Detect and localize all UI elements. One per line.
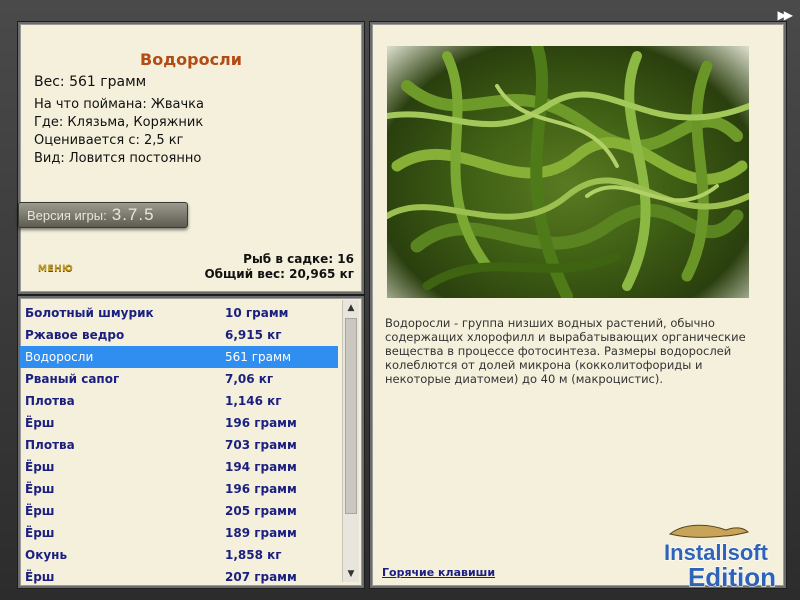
catch-item-weight: 189 грамм xyxy=(225,526,297,540)
catch-item-weight: 703 грамм xyxy=(225,438,297,452)
catch-item-name: Болотный шмурик xyxy=(25,306,154,320)
catch-list-item[interactable]: Ёрш 196 грамм xyxy=(20,412,338,434)
fact-location: Где: Клязьма, Коряжник xyxy=(34,115,204,130)
catch-item-name: Ёрш xyxy=(25,526,55,540)
fish-detail-panel: Водоросли - группа низших водных растени… xyxy=(370,22,786,588)
catch-item-name: Плотва xyxy=(25,438,75,452)
catch-list-item[interactable]: Ёрш 194 грамм xyxy=(20,456,338,478)
catch-item-name: Окунь xyxy=(25,548,68,562)
catch-item-weight: 205 грамм xyxy=(225,504,297,518)
fish-weight: Вес: 561 грамм xyxy=(34,74,147,90)
fact-catch-frequency: Вид: Ловится постоянно xyxy=(34,151,202,166)
catch-item-name: Ржавое ведро xyxy=(25,328,125,342)
version-badge: Версия игры: 3.7.5 xyxy=(18,202,188,228)
catch-item-name: Плотва xyxy=(25,394,75,408)
menu-button[interactable]: МЕНЮ xyxy=(38,264,73,274)
installsoft-logo-art: Installsoft Edition xyxy=(663,524,777,593)
fish-info-panel: Водоросли Вес: 561 грамм На что поймана:… xyxy=(18,22,364,294)
version-number: 3.7.5 xyxy=(111,205,155,224)
fast-forward-icon[interactable]: ▶▶ xyxy=(778,8,794,22)
catch-list-item[interactable]: Ёрш 196 грамм xyxy=(20,478,338,500)
fish-facts: На что поймана: Жвачка Где: Клязьма, Кор… xyxy=(34,96,204,168)
scrollbar[interactable]: ▲ ▼ xyxy=(342,300,359,582)
catch-item-name: Ёрш xyxy=(25,570,55,584)
catch-item-weight: 1,858 кг xyxy=(225,548,282,562)
chevron-up-icon[interactable]: ▲ xyxy=(343,300,359,316)
fact-valued-from: Оценивается с: 2,5 кг xyxy=(34,133,184,148)
catch-list-item[interactable]: Ржавое ведро 6,915 кг xyxy=(20,324,338,346)
fact-bait: На что поймана: Жвачка xyxy=(34,97,204,112)
seaweed-photo xyxy=(387,46,749,298)
catch-item-name: Ёрш xyxy=(25,460,55,474)
catch-list-item[interactable]: Водоросли 561 грамм xyxy=(20,346,338,368)
catch-list-item[interactable]: Плотва 703 грамм xyxy=(20,434,338,456)
catch-item-name: Рваный сапог xyxy=(25,372,120,386)
seaweed-illustration xyxy=(387,46,749,298)
catch-item-weight: 196 грамм xyxy=(225,482,297,496)
fish-count: Рыб в садке: 16 xyxy=(243,252,354,266)
catch-list-item[interactable]: Окунь 1,858 кг xyxy=(20,544,338,566)
catch-item-name: Водоросли xyxy=(25,350,94,364)
catch-list-item[interactable]: Ёрш 207 грамм xyxy=(20,566,338,586)
installsoft-logo: Installsoft Edition xyxy=(640,520,792,594)
catch-list-item[interactable]: Ёрш 189 грамм xyxy=(20,522,338,544)
catch-item-weight: 7,06 кг xyxy=(225,372,274,386)
fish-title: Водоросли xyxy=(140,50,242,69)
catch-item-weight: 196 грамм xyxy=(225,416,297,430)
catch-item-weight: 207 грамм xyxy=(225,570,297,584)
catch-list-panel: Болотный шмурик 10 грамм Ржавое ведро 6,915… xyxy=(18,296,364,588)
version-label: Версия игры: xyxy=(27,207,107,223)
catch-item-weight: 10 грамм xyxy=(225,306,289,320)
catch-item-name: Ёрш xyxy=(25,416,55,430)
catch-item-weight: 1,146 кг xyxy=(225,394,282,408)
catch-list-item[interactable]: Ёрш 205 грамм xyxy=(20,500,338,522)
total-weight: Общий вес: 20,965 кг xyxy=(204,267,354,281)
game-window: ▶▶ Водоросли Вес: 561 грамм На что пойма… xyxy=(0,0,800,600)
chevron-down-icon[interactable]: ▼ xyxy=(343,566,359,582)
catch-item-weight: 194 грамм xyxy=(225,460,297,474)
catch-item-name: Ёрш xyxy=(25,482,55,496)
hotkeys-link[interactable]: Горячие клавиши xyxy=(382,566,495,579)
svg-text:Edition: Edition xyxy=(688,562,776,592)
catch-item-weight: 6,915 кг xyxy=(225,328,282,342)
catch-list-item[interactable]: Болотный шмурик 10 грамм xyxy=(20,302,338,324)
keepnet-stats: Рыб в садке: 16 Общий вес: 20,965 кг xyxy=(204,252,354,282)
catch-item-weight: 561 грамм xyxy=(225,350,292,364)
catch-list-item[interactable]: Рваный сапог 7,06 кг xyxy=(20,368,338,390)
scroll-thumb[interactable] xyxy=(345,318,357,514)
fish-description: Водоросли - группа низших водных растени… xyxy=(385,316,746,386)
catch-item-name: Ёрш xyxy=(25,504,55,518)
catch-list-item[interactable]: Плотва 1,146 кг xyxy=(20,390,338,412)
catch-list: Болотный шмурик 10 грамм Ржавое ведро 6,915… xyxy=(20,302,338,586)
